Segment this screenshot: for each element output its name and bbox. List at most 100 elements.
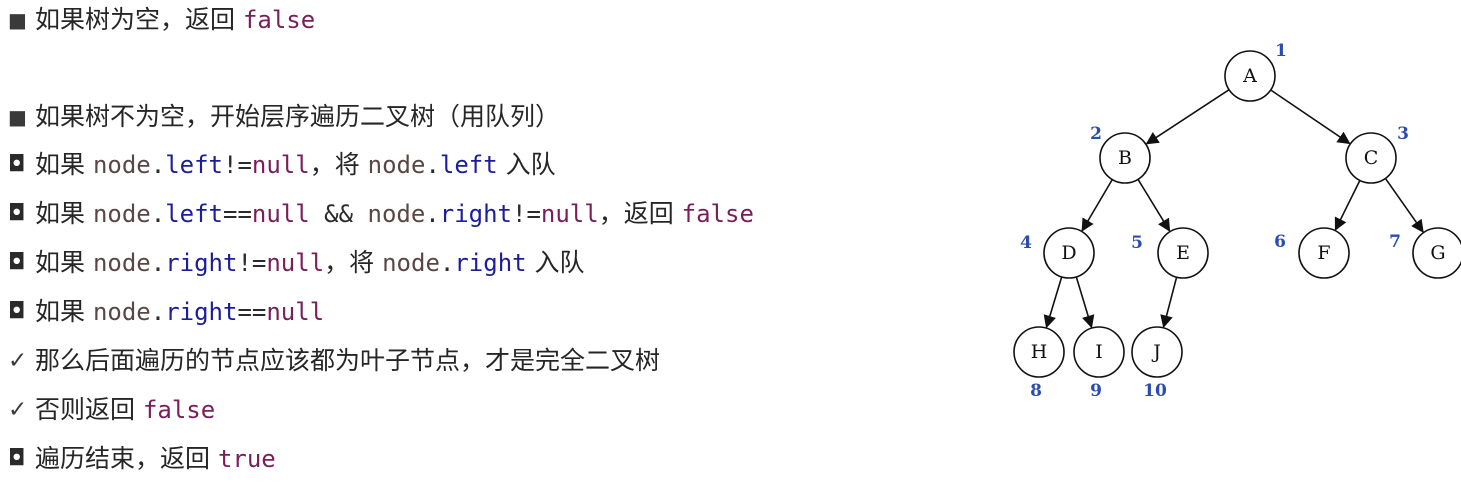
box-bullet-icon: ◘ <box>8 201 26 226</box>
tree-edge-a-c <box>1270 89 1351 145</box>
code-property-right: right <box>165 298 238 326</box>
code-property-right: right <box>165 249 238 277</box>
tree-edge-d-i <box>1075 276 1095 329</box>
code-keyword-null: null <box>540 200 599 228</box>
code-property-left: left <box>165 200 223 228</box>
tree-edge-b-e <box>1137 178 1171 232</box>
code-keyword-false: false <box>142 396 216 424</box>
code-keyword-null: null <box>251 200 310 228</box>
code-keyword-null: null <box>266 298 325 326</box>
tree-node-label-d: D <box>1061 242 1076 264</box>
text-line-empty-tree: ■ 如果树为空，返回 false <box>8 0 315 40</box>
code-keyword-false: false <box>681 200 754 228</box>
code-node: node <box>367 200 426 228</box>
code-operator: == <box>223 200 252 228</box>
tree-node-label-j: J <box>1151 341 1161 363</box>
box-bullet-icon: ◘ <box>8 152 26 177</box>
binary-tree-svg: A1 B2 C3 D 4 E 5 F 6 G 7 H 8 I 9 J 10 <box>1013 41 1461 401</box>
tree-node-label-h: H <box>1031 341 1048 363</box>
code-operator: != <box>223 151 252 179</box>
code-node: node <box>367 151 426 179</box>
tree-node-index-g: 7 <box>1389 232 1401 252</box>
text-line-level-order: ■ 如果树不为空，开始层序遍历二叉树（用队列） <box>8 97 560 137</box>
tree-node-label-a: A <box>1242 65 1257 87</box>
square-bullet-icon: ■ <box>8 8 27 32</box>
text-segment: 遍历结束，返回 <box>35 444 218 473</box>
checkmark-bullet-icon: ✓ <box>8 348 28 374</box>
code-keyword-null: null <box>251 151 310 179</box>
checkmark-bullet-icon: ✓ <box>8 397 28 423</box>
text-line-left-not-null: ◘ 如果 node.left!=null，将 node.left 入队 <box>8 145 556 185</box>
code-node: node <box>92 200 151 228</box>
code-node: node <box>382 249 440 277</box>
text-line-right-null: ◘ 如果 node.right==null <box>8 292 324 332</box>
code-property-right: right <box>439 200 512 228</box>
tree-edge-e-j <box>1160 276 1178 329</box>
text-line-otherwise-false: ✓ 否则返回 false <box>8 390 215 430</box>
code-operator: != <box>512 200 541 228</box>
code-dot: . <box>425 200 440 228</box>
tree-node-label-b: B <box>1118 147 1132 169</box>
text-segment: ，将 <box>309 150 368 179</box>
tree-node-index-h: 8 <box>1030 381 1042 401</box>
tree-node-label-c: C <box>1364 147 1379 169</box>
text-segment: ，返回 <box>598 199 682 228</box>
code-dot: . <box>150 249 166 277</box>
code-property-left: left <box>439 151 498 179</box>
tree-edge-c-f <box>1334 180 1361 231</box>
box-bullet-icon: ◘ <box>8 250 26 275</box>
code-operator-and: && <box>309 200 368 228</box>
text-line-leaf-nodes: ✓ 那么后面遍历的节点应该都为叶子节点，才是完全二叉树 <box>8 341 660 381</box>
text-segment: 如果 <box>35 297 93 326</box>
box-bullet-icon: ◘ <box>8 299 26 324</box>
tree-node-index-f: 6 <box>1274 232 1286 252</box>
tree-node-label-g: G <box>1430 242 1445 264</box>
tree-node-index-b: 2 <box>1090 124 1102 144</box>
tree-edge-a-b <box>1145 89 1230 145</box>
code-operator: != <box>237 249 267 277</box>
tree-node-index-d: 4 <box>1020 233 1032 253</box>
tree-node-index-c: 3 <box>1397 124 1409 144</box>
explanation-text-panel: ■ 如果树为空，返回 false ■ 如果树不为空，开始层序遍历二叉树（用队列） ◘… <box>8 0 968 499</box>
square-bullet-icon: ■ <box>8 105 27 129</box>
code-keyword-null: null <box>266 249 325 277</box>
code-dot: . <box>439 249 455 277</box>
text-segment: 如果树不为空，开始层序遍历二叉树（用队列） <box>35 102 561 131</box>
tree-node-index-j: 10 <box>1143 381 1167 401</box>
code-node: node <box>92 298 151 326</box>
tree-edge-d-h <box>1043 276 1063 329</box>
code-dot: . <box>150 298 166 326</box>
code-property-right: right <box>454 249 527 277</box>
text-segment: 入队 <box>497 150 556 179</box>
text-segment: 如果 <box>35 248 93 277</box>
tree-node-label-f: F <box>1317 242 1330 264</box>
text-segment: 如果树为空，返回 <box>35 5 243 34</box>
code-property-left: left <box>165 151 223 179</box>
tree-node-index-e: 5 <box>1131 233 1143 253</box>
text-segment: 如果 <box>35 150 93 179</box>
tree-node-index-a: 1 <box>1275 41 1287 61</box>
code-node: node <box>92 249 151 277</box>
text-segment: ，将 <box>324 248 383 277</box>
binary-tree-diagram: A 1 B 2 C 3 D 4 E 5 F 6 G 7 H 8 I 9 J 10 <box>990 0 1461 499</box>
tree-node-label-i: I <box>1095 341 1103 363</box>
text-line-traversal-end: ◘ 遍历结束，返回 true <box>8 439 276 479</box>
box-bullet-icon: ◘ <box>8 446 26 471</box>
text-segment: 那么后面遍历的节点应该都为叶子节点，才是完全二叉树 <box>35 346 661 375</box>
text-line-right-not-null: ◘ 如果 node.right!=null，将 node.right 入队 <box>8 243 585 283</box>
code-keyword-false: false <box>242 6 316 34</box>
code-dot: . <box>150 200 166 228</box>
code-operator: == <box>237 298 267 326</box>
tree-node-label-e: E <box>1176 242 1190 264</box>
tree-edge-b-d <box>1081 179 1113 232</box>
text-segment: 如果 <box>35 199 93 228</box>
code-node: node <box>92 151 151 179</box>
code-dot: . <box>150 151 166 179</box>
tree-edge-c-g <box>1384 177 1424 233</box>
code-keyword-true: true <box>217 445 276 473</box>
text-segment: 入队 <box>526 248 585 277</box>
code-dot: . <box>425 151 440 179</box>
text-line-left-null-right-not-null: ◘ 如果 node.left==null && node.right!=null，… <box>8 194 754 234</box>
text-segment: 否则返回 <box>35 395 143 424</box>
tree-node-index-i: 9 <box>1090 381 1102 401</box>
